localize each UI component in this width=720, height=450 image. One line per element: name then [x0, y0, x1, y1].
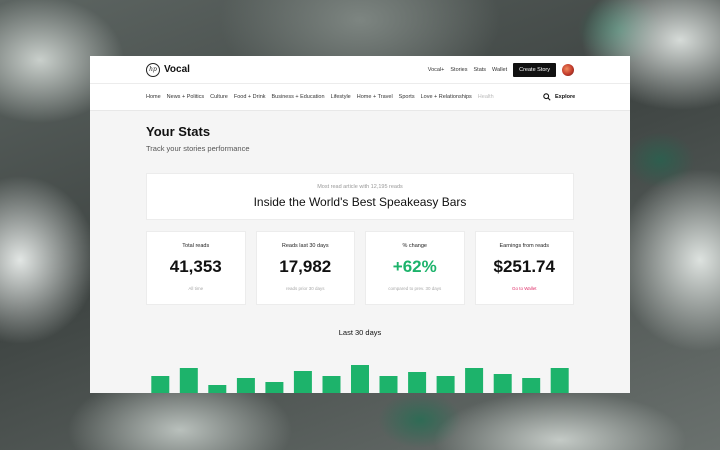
- chart-bar-8[interactable]: [379, 376, 398, 393]
- chart-bar-4[interactable]: [265, 382, 284, 393]
- category-list: Home News + Politics Culture Food + Drin…: [146, 94, 536, 100]
- top-link-stats[interactable]: Stats: [474, 67, 487, 73]
- logo-text: Vocal: [164, 64, 190, 75]
- stat-label: Earnings from reads: [499, 243, 550, 249]
- nav-item-business-education[interactable]: Business + Education: [272, 94, 325, 100]
- explore-label: Explore: [555, 94, 576, 100]
- chart-bar-0[interactable]: [151, 376, 170, 393]
- nav-item-culture[interactable]: Culture: [210, 94, 228, 100]
- stat-value: +62%: [392, 257, 437, 276]
- top-nav: Vocal+ Stories Stats Wallet Create Story: [428, 62, 574, 77]
- nav-item-health[interactable]: Health: [478, 94, 494, 100]
- chart-bar-1[interactable]: [179, 368, 198, 393]
- stat-label: Total reads: [182, 243, 210, 249]
- chart-bar-10[interactable]: [436, 376, 455, 393]
- stat-label: Reads last 30 days: [281, 243, 329, 249]
- chart-bar-9[interactable]: [408, 372, 427, 393]
- stat-value: 41,353: [169, 257, 222, 276]
- stats-row: Total reads 41,353 All time Reads last 3…: [146, 231, 574, 305]
- chart-bar-14[interactable]: [550, 368, 569, 393]
- chart-bar-13[interactable]: [522, 378, 541, 393]
- nav-item-lifestyle[interactable]: Lifestyle: [331, 94, 351, 100]
- avatar[interactable]: [562, 63, 574, 76]
- go-to-wallet-link[interactable]: Go to Wallet: [512, 286, 537, 291]
- stat-note: reads prior 30 days: [285, 286, 325, 291]
- top-link-vocal-plus[interactable]: Vocal+: [428, 67, 445, 73]
- stat-card-total-reads: Total reads 41,353 All time: [146, 231, 246, 305]
- chart-bar-12[interactable]: [493, 374, 512, 393]
- stat-value: $251.74: [493, 257, 555, 276]
- stat-card-earnings: Earnings from reads $251.74 Go to Wallet: [474, 231, 574, 305]
- nav-item-news-politics[interactable]: News + Politics: [167, 94, 204, 100]
- stat-card-percent-change: % change +62% compared to prev. 30 days: [365, 231, 465, 305]
- chart-bar-7[interactable]: [351, 365, 369, 393]
- nav-item-home-travel[interactable]: Home + Travel: [357, 94, 393, 100]
- chart-bar-11[interactable]: [465, 368, 484, 393]
- nav-item-food-drink[interactable]: Food + Drink: [234, 94, 266, 100]
- stat-value: 17,982: [279, 257, 332, 276]
- stat-note: All time: [188, 286, 204, 291]
- search-icon: [543, 93, 551, 101]
- browser-window: hp Vocal Vocal+ Stories Stats Wallet Cre…: [90, 56, 630, 393]
- page-subtitle: Track your stories performance: [146, 144, 250, 153]
- stat-note: compared to prev. 30 days: [388, 286, 442, 291]
- stat-card-reads-30-days: Reads last 30 days 17,982 reads prior 30…: [255, 231, 355, 305]
- vocal-logo[interactable]: hp Vocal: [146, 62, 190, 77]
- category-nav: Home News + Politics Culture Food + Drin…: [90, 84, 630, 111]
- chart-bar-6[interactable]: [322, 376, 341, 393]
- top-bar: hp Vocal Vocal+ Stories Stats Wallet Cre…: [90, 56, 630, 84]
- chart-title: Last 30 days: [338, 328, 382, 337]
- top-article-caption: Most read article with 12,195 reads: [317, 184, 403, 190]
- create-story-button[interactable]: Create Story: [513, 62, 556, 77]
- nav-item-sports[interactable]: Sports: [399, 94, 415, 100]
- top-link-stories[interactable]: Stories: [450, 67, 467, 73]
- nav-item-love-relationships[interactable]: Love + Relationships: [421, 94, 472, 100]
- chart-bar-2[interactable]: [208, 385, 227, 393]
- explore-button[interactable]: Explore: [543, 93, 575, 101]
- top-article-title: Inside the World's Best Speakeasy Bars: [253, 195, 467, 209]
- nav-item-home[interactable]: Home: [146, 94, 161, 100]
- logo-mark-icon: hp: [146, 62, 160, 77]
- chart-bar-3[interactable]: [236, 378, 255, 393]
- reads-bar-chart: [151, 365, 569, 393]
- chart-bar-5[interactable]: [293, 371, 312, 393]
- stat-label: % change: [402, 243, 427, 249]
- top-link-wallet[interactable]: Wallet: [492, 67, 507, 73]
- page-title: Your Stats: [146, 124, 211, 139]
- top-article-card[interactable]: Most read article with 12,195 reads Insi…: [146, 173, 574, 220]
- stats-content: Your Stats Track your stories performanc…: [90, 111, 630, 337]
